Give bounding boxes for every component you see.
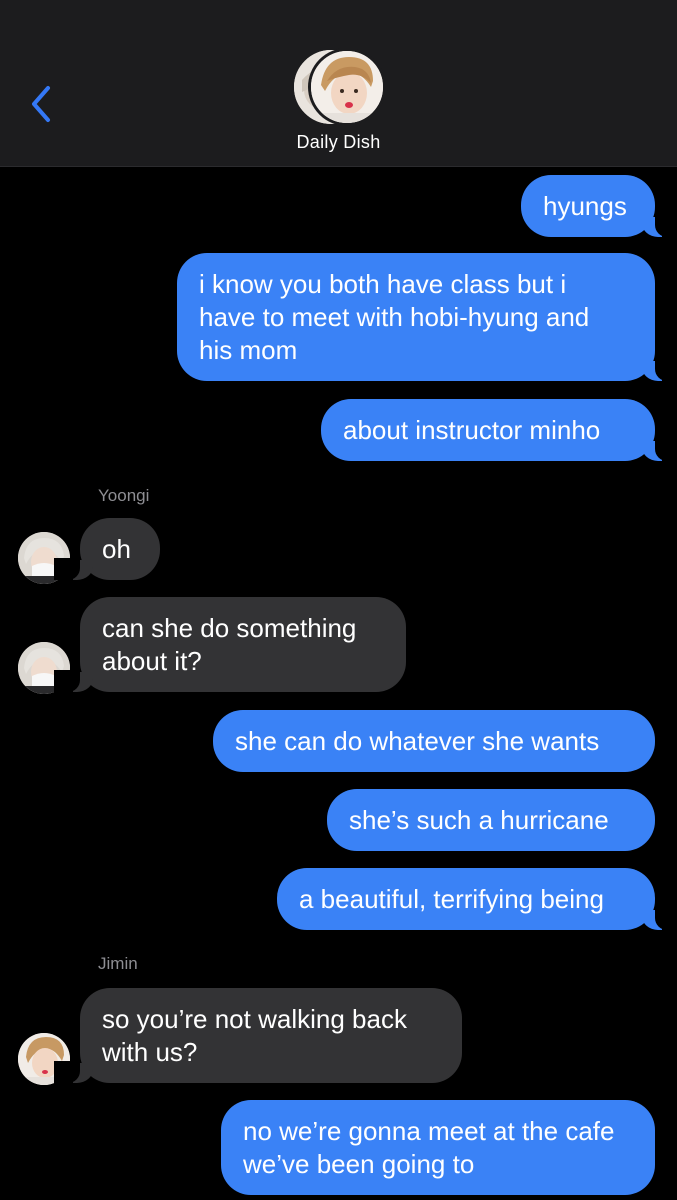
conversation-title[interactable]: Daily Dish	[0, 132, 677, 153]
outgoing-message[interactable]: hyungs	[521, 175, 677, 237]
outgoing-message[interactable]: a beautiful, terrifying being	[277, 868, 677, 930]
outgoing-message[interactable]: she’s such a hurricane	[327, 789, 655, 851]
outgoing-message[interactable]: no we’re gonna meet at the cafe we’ve be…	[221, 1100, 655, 1195]
member-avatar	[308, 48, 386, 126]
group-avatar[interactable]	[292, 48, 386, 126]
outgoing-message[interactable]: about instructor minho	[321, 399, 677, 461]
incoming-message[interactable]: oh	[54, 518, 160, 580]
sender-name: Jimin	[98, 954, 138, 973]
outgoing-message[interactable]: she can do whatever she wants	[213, 710, 655, 772]
conversation-header: Daily Dish	[0, 0, 677, 167]
incoming-message[interactable]: can she do something about it?	[54, 597, 406, 692]
outgoing-message[interactable]: i know you both have class but i have to…	[177, 253, 677, 381]
sender-name: Yoongi	[98, 486, 150, 505]
chevron-left-icon	[32, 86, 50, 122]
incoming-message[interactable]: so you’re not walking back with us?	[54, 988, 462, 1083]
back-button[interactable]	[22, 80, 62, 128]
